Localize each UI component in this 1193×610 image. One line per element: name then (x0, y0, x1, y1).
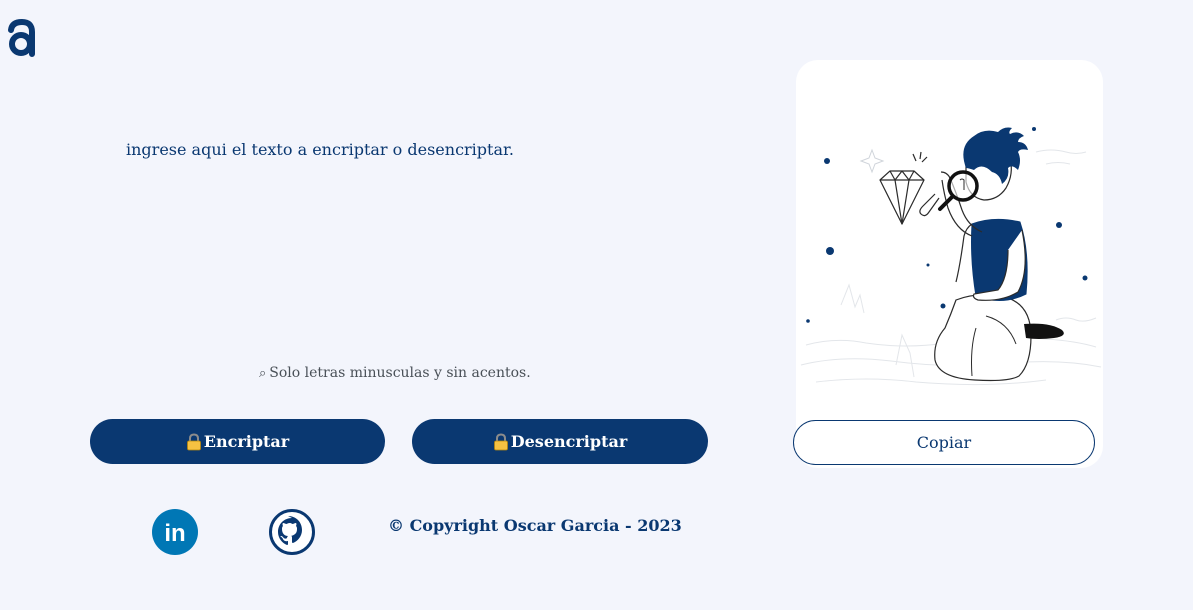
empty-state-illustration (800, 127, 1102, 386)
brand-logo-icon (8, 18, 35, 57)
decrypt-button[interactable]: Desencriptar (412, 419, 708, 464)
input-hint: ⌕ Solo letras minusculas y sin acentos. (259, 365, 531, 381)
copy-button[interactable]: Copiar (793, 420, 1095, 465)
github-icon[interactable] (269, 509, 315, 555)
linkedin-glyph: in (164, 520, 185, 547)
linkedin-icon[interactable]: in (152, 509, 198, 555)
copyright-text: © Copyright Oscar Garcia - 2023 (388, 516, 682, 535)
text-input[interactable] (126, 140, 686, 340)
lock-icon (186, 432, 201, 450)
encrypt-button[interactable]: Encriptar (90, 419, 385, 464)
hint-text: Solo letras minusculas y sin acentos. (269, 365, 531, 381)
decrypt-label: Desencriptar (510, 432, 628, 451)
search-icon: ⌕ (259, 366, 267, 381)
encrypt-label: Encriptar (203, 432, 290, 451)
lock-icon (493, 432, 508, 450)
